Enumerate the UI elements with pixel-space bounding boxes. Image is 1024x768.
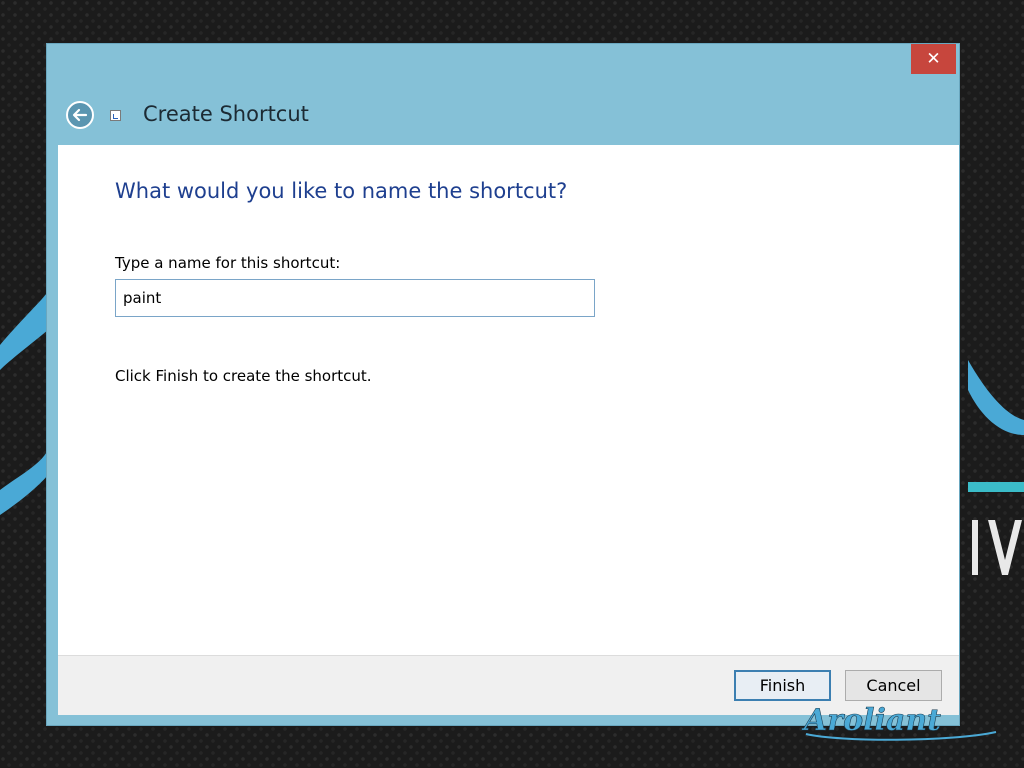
finish-button[interactable]: Finish <box>734 670 831 701</box>
shortcut-icon <box>110 110 121 121</box>
shortcut-name-input[interactable] <box>115 279 595 317</box>
finish-hint: Click Finish to create the shortcut. <box>115 367 372 385</box>
background-swoosh-left <box>0 290 48 515</box>
name-field-label: Type a name for this shortcut: <box>115 254 341 272</box>
window-title: Create Shortcut <box>143 102 309 126</box>
create-shortcut-dialog: ✕ Create Shortcut What would you like to… <box>46 43 960 726</box>
close-button[interactable]: ✕ <box>911 44 956 74</box>
cancel-button[interactable]: Cancel <box>845 670 942 701</box>
back-button[interactable] <box>66 101 94 129</box>
background-swoosh-right <box>968 360 1024 575</box>
page-heading: What would you like to name the shortcut… <box>115 179 568 203</box>
close-icon: ✕ <box>926 49 941 69</box>
aroliant-watermark-logo: Aroliant <box>801 703 997 741</box>
back-arrow-icon <box>72 108 88 122</box>
svg-text:Aroliant: Aroliant <box>801 703 941 738</box>
wizard-content: What would you like to name the shortcut… <box>58 145 959 655</box>
